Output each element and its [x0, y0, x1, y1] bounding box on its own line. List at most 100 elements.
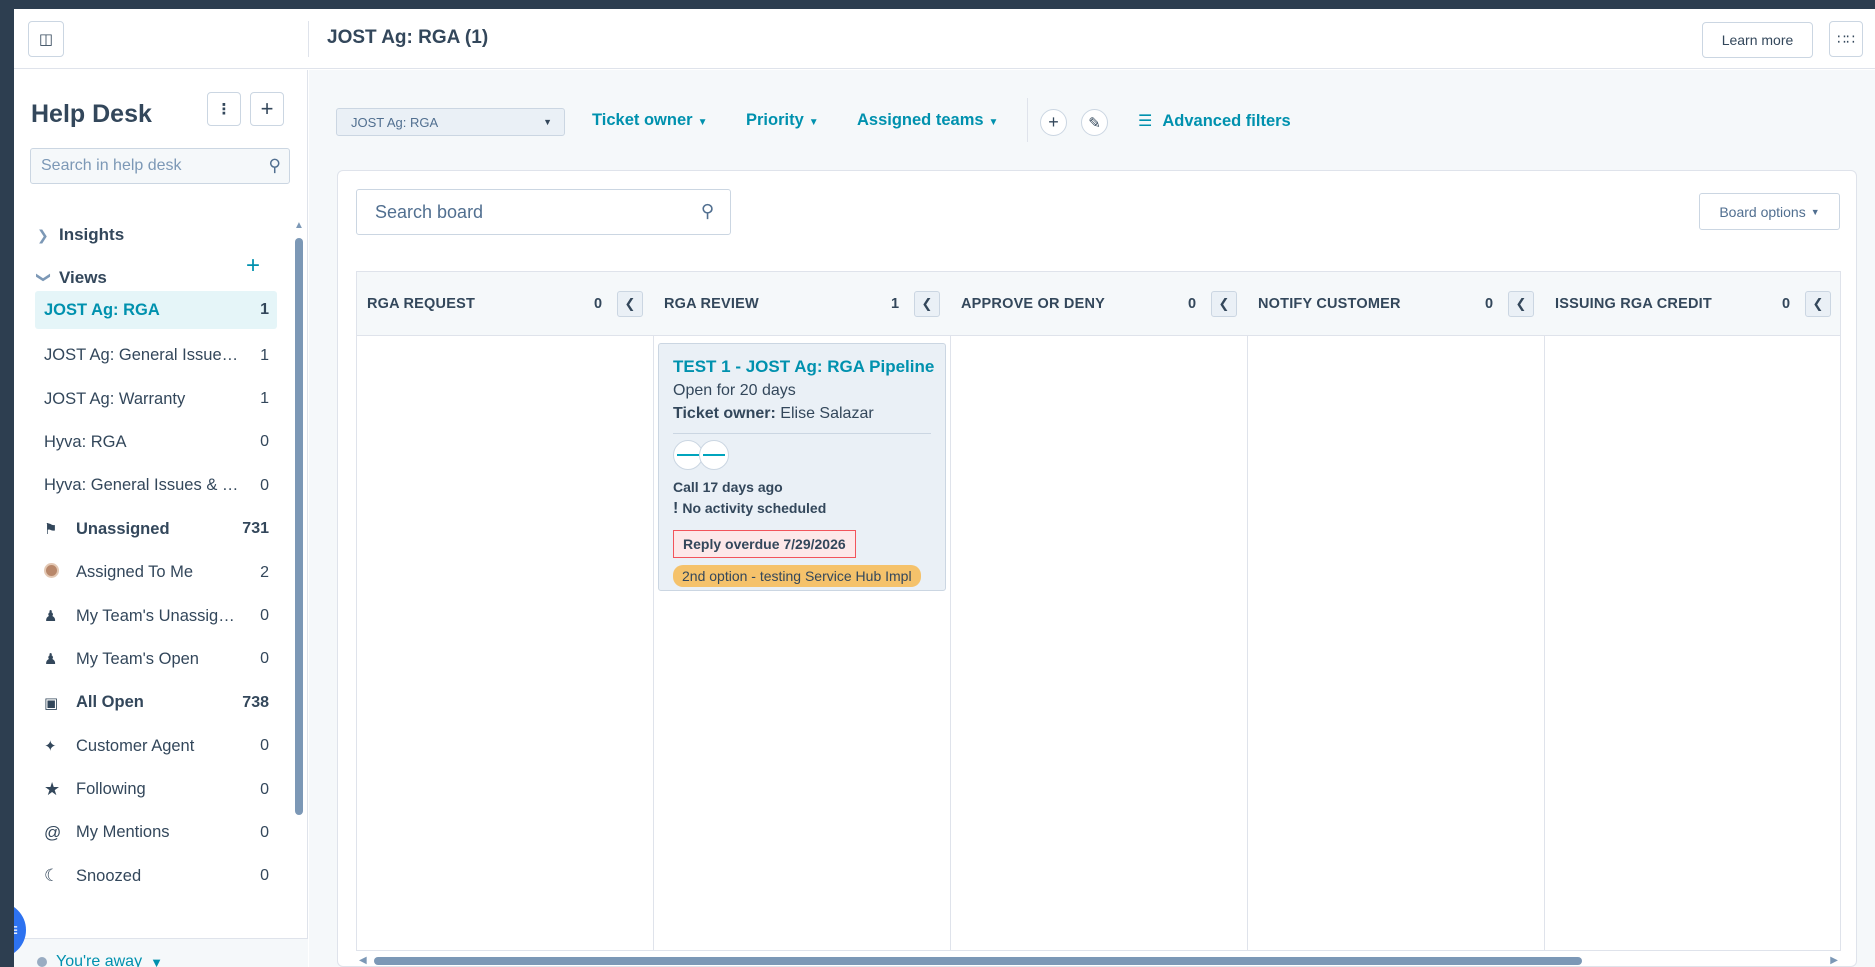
- collapse-column-button[interactable]: ❮: [1211, 291, 1237, 317]
- kebab-icon: ⋮: [216, 101, 232, 118]
- panel-toggle-icon: ◫: [38, 31, 54, 48]
- star-icon: ★: [44, 779, 61, 800]
- sidebar-item-hyva-rga[interactable]: Hyva: RGA 0: [35, 421, 277, 464]
- sidebar-item-all-open[interactable]: ▣ All Open 738: [35, 681, 277, 724]
- ticket-owner: Ticket owner: Elise Salazar: [673, 405, 931, 423]
- next-activity-label: No activity scheduled: [682, 500, 827, 516]
- sidebar-item-label: JOST Ag: Warranty: [44, 389, 186, 408]
- sidebar-item-jost-ag-warranty[interactable]: JOST Ag: Warranty 1: [35, 377, 277, 420]
- status-dot-icon: [37, 957, 47, 967]
- board-options-button[interactable]: Board options ▼: [1699, 193, 1840, 230]
- advanced-filters-button[interactable]: ☰ Advanced filters: [1138, 111, 1291, 131]
- scroll-right-arrow-icon[interactable]: ▶: [1830, 955, 1838, 966]
- sidebar-toggle-button[interactable]: ◫: [28, 21, 64, 57]
- exclamation-icon: !: [673, 500, 679, 517]
- inbox-icon: ▣: [44, 694, 59, 712]
- column-count: 1: [891, 296, 900, 312]
- sidebar-item-count: 731: [242, 520, 269, 538]
- sidebar-item-label: JOST Ag: RGA: [44, 300, 160, 319]
- sidebar-item-customer-agent[interactable]: ✦ Customer Agent 0: [35, 725, 277, 768]
- plus-icon: +: [1048, 112, 1059, 132]
- sidebar-item-my-teams-open[interactable]: ♟ My Team's Open 0: [35, 638, 277, 681]
- ticket-owner-filter[interactable]: Ticket owner ▼: [592, 111, 707, 130]
- next-activity: ! No activity scheduled: [673, 500, 931, 518]
- sidebar-item-count: 1: [260, 390, 269, 408]
- sidebar-add-button[interactable]: +: [250, 92, 284, 126]
- priority-filter[interactable]: Priority ▼: [746, 111, 819, 130]
- board-column-rga-request: RGA REQUEST 0 ❮: [357, 272, 654, 950]
- board-options-label: Board options: [1719, 203, 1806, 220]
- sidebar-item-jost-ag-rga[interactable]: JOST Ag: RGA 1: [35, 291, 277, 329]
- main-content: JOST Ag: RGA ▼ Ticket owner ▼ Priority ▼ A…: [309, 70, 1875, 967]
- sidebar-item-my-teams-unassigned[interactable]: ♟ My Team's Unassigned 0: [35, 594, 277, 637]
- add-view-icon[interactable]: +: [246, 254, 260, 278]
- filter-divider: [1027, 98, 1028, 142]
- caret-down-icon: ▼: [988, 117, 999, 128]
- company-logo-icon[interactable]: [699, 440, 729, 470]
- column-header: RGA REVIEW 1 ❮: [654, 272, 951, 336]
- sidebar-item-count: 0: [260, 476, 269, 494]
- column-title: APPROVE OR DENY: [961, 296, 1105, 312]
- ticket-title-link[interactable]: TEST 1 - JOST Ag: RGA Pipeline: [673, 357, 934, 377]
- grid-icon: ∷∷: [1837, 30, 1855, 47]
- sidebar-footer: You're away ▼: [14, 938, 308, 967]
- availability-status[interactable]: You're away ▼: [37, 953, 163, 967]
- scroll-up-arrow-icon[interactable]: ▲: [294, 220, 304, 231]
- sidebar-section-views[interactable]: ❯ Views: [37, 268, 107, 288]
- sidebar-section-insights[interactable]: ❯ Insights: [37, 225, 124, 245]
- caret-down-icon: ▼: [1810, 206, 1820, 217]
- caret-down-icon: ▼: [543, 117, 552, 127]
- collapse-column-button[interactable]: ❮: [617, 291, 643, 317]
- sidebar-item-assigned-to-me[interactable]: Assigned To Me 2: [35, 551, 277, 594]
- sidebar-more-button[interactable]: ⋮: [207, 92, 241, 126]
- sidebar-scroll-thumb[interactable]: [295, 238, 303, 815]
- sidebar-item-count: 0: [260, 737, 269, 755]
- ticket-owner-label: Ticket owner:: [673, 405, 776, 422]
- collapse-column-button[interactable]: ❮: [914, 291, 940, 317]
- sidebar-item-my-mentions[interactable]: @ My Mentions 0: [35, 811, 277, 854]
- sidebar-item-label: My Team's Unassigned: [76, 606, 239, 625]
- caret-down-icon: ▼: [697, 117, 708, 128]
- top-bar: ◫ JOST Ag: RGA (1) Learn more ∷∷: [14, 9, 1875, 69]
- sidebar-item-snoozed[interactable]: ☾ Snoozed 0: [35, 855, 277, 898]
- moon-icon: ☾: [44, 866, 60, 886]
- board-scroll-thumb[interactable]: [374, 957, 1582, 965]
- associated-companies: [673, 440, 931, 470]
- column-count: 0: [1188, 296, 1197, 312]
- board-panel: ⚲ Board options ▼ RGA REQUEST 0 ❮ RGA RE…: [337, 170, 1857, 967]
- availability-label: You're away: [56, 953, 143, 967]
- ticket-card[interactable]: TEST 1 - JOST Ag: RGA Pipeline Open for …: [658, 343, 946, 591]
- sidebar-item-hyva-general[interactable]: Hyva: General Issues & C... 0: [35, 464, 277, 507]
- search-icon: ⚲: [700, 201, 714, 221]
- sparkle-icon: ✦: [44, 738, 57, 756]
- sidebar-item-count: 0: [260, 433, 269, 451]
- column-title: ISSUING RGA CREDIT: [1555, 296, 1712, 312]
- pencil-icon: ✎: [1088, 114, 1101, 132]
- reply-overdue-badge: Reply overdue 7/29/2026: [673, 530, 856, 558]
- sidebar-item-jost-ag-general[interactable]: JOST Ag: General Issues &... 1: [35, 334, 277, 377]
- column-header: RGA REQUEST 0 ❮: [357, 272, 654, 336]
- sidebar-search-input[interactable]: [31, 149, 246, 183]
- sidebar-item-label: JOST Ag: General Issues &...: [44, 346, 239, 365]
- assigned-teams-filter[interactable]: Assigned teams ▼: [857, 111, 998, 130]
- collapse-column-button[interactable]: ❮: [1805, 291, 1831, 317]
- add-filter-button[interactable]: +: [1040, 109, 1067, 136]
- learn-more-button[interactable]: Learn more: [1702, 22, 1813, 58]
- sidebar-scrollbar[interactable]: ▲ ▼: [294, 220, 304, 967]
- board-horizontal-scrollbar[interactable]: ◀ ▶: [356, 955, 1841, 966]
- board-search: ⚲: [356, 189, 731, 235]
- chevron-left-icon: ❮: [1218, 296, 1230, 311]
- avatar-icon: [44, 563, 76, 582]
- scroll-left-arrow-icon[interactable]: ◀: [359, 955, 367, 966]
- column-header: APPROVE OR DENY 0 ❮: [951, 272, 1248, 336]
- edit-filters-button[interactable]: ✎: [1081, 109, 1108, 136]
- pipeline-select[interactable]: JOST Ag: RGA ▼: [336, 108, 565, 136]
- assigned-teams-filter-label: Assigned teams: [857, 111, 984, 129]
- sidebar-item-label: Unassigned: [76, 519, 170, 538]
- apps-menu-button[interactable]: ∷∷: [1829, 21, 1863, 57]
- board-search-input[interactable]: [357, 190, 677, 234]
- sidebar-item-following[interactable]: ★ Following 0: [35, 768, 277, 811]
- ticket-open-duration: Open for 20 days: [673, 382, 796, 399]
- sidebar-item-unassigned[interactable]: ⚑ Unassigned 731: [35, 508, 277, 551]
- collapse-column-button[interactable]: ❮: [1508, 291, 1534, 317]
